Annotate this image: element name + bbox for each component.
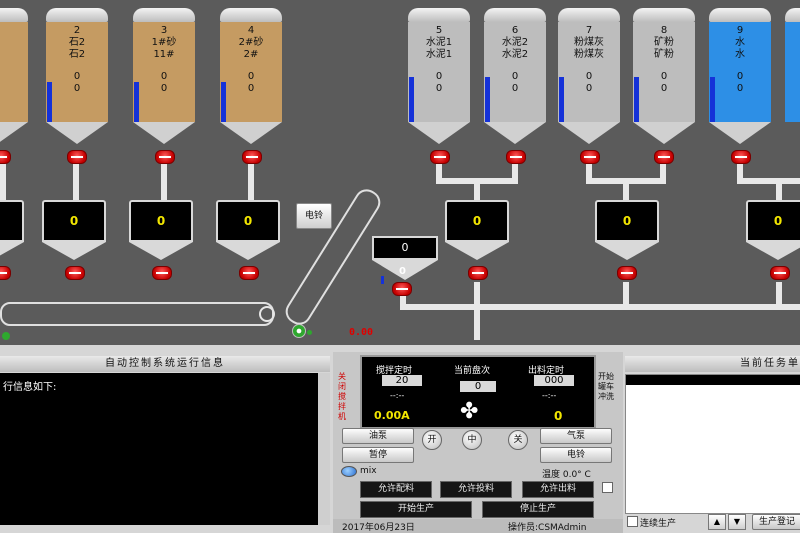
belt-reading: 0.00 [349, 327, 374, 338]
silo-valve[interactable] [731, 150, 751, 164]
weigh-hopper: 0 [129, 200, 193, 260]
silo-10[interactable] [785, 8, 800, 122]
weigh-hopper: 0 [445, 200, 509, 260]
hopper-valve[interactable] [152, 266, 172, 280]
current-batch-label: 当前盘次 [454, 366, 491, 376]
mixer-hopper-value: 0 [372, 236, 438, 260]
hopper-valve[interactable] [65, 266, 85, 280]
mixer-hopper-bottom-value: 0 [399, 266, 406, 277]
oil-pump-button[interactable]: 油泵 [342, 428, 414, 444]
silo-valve[interactable] [67, 150, 87, 164]
silo-valve[interactable] [654, 150, 674, 164]
fan-icon: ✤ [460, 399, 479, 424]
silo-valve[interactable] [0, 150, 11, 164]
task-list-header [626, 375, 800, 385]
allow-feed-button[interactable]: 允许投料 [440, 481, 512, 498]
silo-valve[interactable] [155, 150, 175, 164]
pipe [776, 178, 782, 200]
log-panel-title: 自动控制系统运行信息 [0, 356, 330, 372]
process-scene: 00 2石2石200 31#砂11#00 42#砂2#00 5水泥1水泥100 … [0, 0, 800, 345]
silo-5[interactable]: 5 水泥1 水泥1 0 0 [408, 8, 470, 144]
silo-4[interactable]: 4 2#砂 2# 0 0 [220, 8, 282, 144]
belt-motor-icon[interactable] [292, 324, 306, 338]
silo-6[interactable]: 6 水泥2 水泥2 0 0 [484, 8, 546, 144]
gate-open-button[interactable]: 开 [422, 430, 442, 450]
silo-valve[interactable] [242, 150, 262, 164]
allow-batch-button[interactable]: 允许配料 [360, 481, 432, 498]
silo-2[interactable]: 2 石2 石2 0 0 [46, 8, 108, 144]
mix-label: mix [360, 466, 377, 476]
log-panel: 行信息如下: [0, 373, 330, 525]
silo-1[interactable]: 00 [0, 8, 28, 144]
belt-conveyor-lower [0, 302, 274, 326]
continuous-checkbox[interactable] [627, 516, 638, 527]
scroll-down-icon[interactable]: ▼ [728, 514, 746, 530]
task-panel-title: 当前任务单 [625, 356, 800, 372]
continuous-label: 连续生产 [640, 519, 677, 529]
pipe [474, 282, 480, 340]
log-line: 行信息如下: [3, 382, 57, 393]
task-list[interactable] [625, 374, 800, 514]
option-checkbox[interactable] [602, 482, 613, 493]
pause-button[interactable]: 暂停 [342, 447, 414, 463]
bell-button-2[interactable]: 电铃 [540, 447, 612, 463]
silo-valve[interactable] [580, 150, 600, 164]
pipe [73, 160, 79, 200]
status-dot [2, 332, 10, 340]
allow-discharge-button[interactable]: 允许出料 [522, 481, 594, 498]
close-mixer-label[interactable]: 关闭搅拌机 [338, 372, 352, 422]
temperature-readout: 温度 0.0° C [542, 470, 591, 480]
hopper-valve[interactable] [239, 266, 259, 280]
weigh-hopper: 0 [42, 200, 106, 260]
silo-9[interactable]: 9水水00 [709, 8, 771, 144]
mix-time-sub: --:-- [390, 391, 405, 400]
operator-readout: 操作员:CSMAdmin [508, 523, 587, 533]
stop-production-button[interactable]: 停止生产 [482, 501, 594, 518]
belt-status-dot [307, 330, 312, 335]
current-reading: 0.00A [374, 409, 410, 422]
weigh-hopper: 0 [746, 200, 800, 260]
log-scrollbar[interactable] [318, 373, 330, 525]
pipe [623, 178, 629, 200]
hopper-valve[interactable] [0, 266, 11, 280]
bell-button[interactable]: 电铃 [296, 203, 332, 229]
pipe [0, 160, 6, 200]
pipe [248, 160, 254, 200]
date-readout: 2017年06月23日 [342, 523, 415, 533]
air-pump-button[interactable]: 气泵 [540, 428, 612, 444]
start-production-button[interactable]: 开始生产 [360, 501, 472, 518]
silo-valve[interactable] [430, 150, 450, 164]
scroll-up-icon[interactable]: ▲ [708, 514, 726, 530]
pipe [737, 178, 800, 184]
pipe [474, 178, 480, 200]
gate-middle-button[interactable]: 中 [462, 430, 482, 450]
mix-toggle-icon[interactable] [341, 466, 357, 477]
weigh-hopper: 0 [595, 200, 659, 260]
current-batch-value: 0 [460, 381, 496, 392]
silo-valve[interactable] [506, 150, 526, 164]
silo-8[interactable]: 8 矿粉 矿粉 0 0 [633, 8, 695, 144]
weigh-hopper: 0 [0, 200, 24, 260]
mix-time-value: 20 [382, 375, 422, 386]
pipe [400, 304, 800, 310]
silo-3[interactable]: 3 1#砂 11# 0 0 [133, 8, 195, 144]
gate-close-button[interactable]: 关 [508, 430, 528, 450]
pipe [161, 160, 167, 200]
hopper-valve[interactable] [770, 266, 790, 280]
production-register-button[interactable]: 生产登记 [752, 514, 800, 530]
discharge-time-value: 000 [534, 375, 574, 386]
hopper-valve[interactable] [617, 266, 637, 280]
weigh-hopper: 0 [216, 200, 280, 260]
discharge-count: 0 [554, 409, 563, 423]
belt-pulley-icon [259, 306, 275, 322]
discharge-time-sub: --:-- [542, 391, 557, 400]
timing-display: 搅拌定时 20 --:-- 当前盘次 0 出料定时 000 --:-- 0.00… [360, 355, 596, 429]
tank-wash-label[interactable]: 开始罐车冲洗 [598, 372, 614, 402]
hopper-valve[interactable] [468, 266, 488, 280]
silo-7[interactable]: 7 粉煤灰 粉煤灰 0 0 [558, 8, 620, 144]
level-indicator [381, 276, 384, 284]
mixer-valve[interactable] [392, 282, 412, 296]
